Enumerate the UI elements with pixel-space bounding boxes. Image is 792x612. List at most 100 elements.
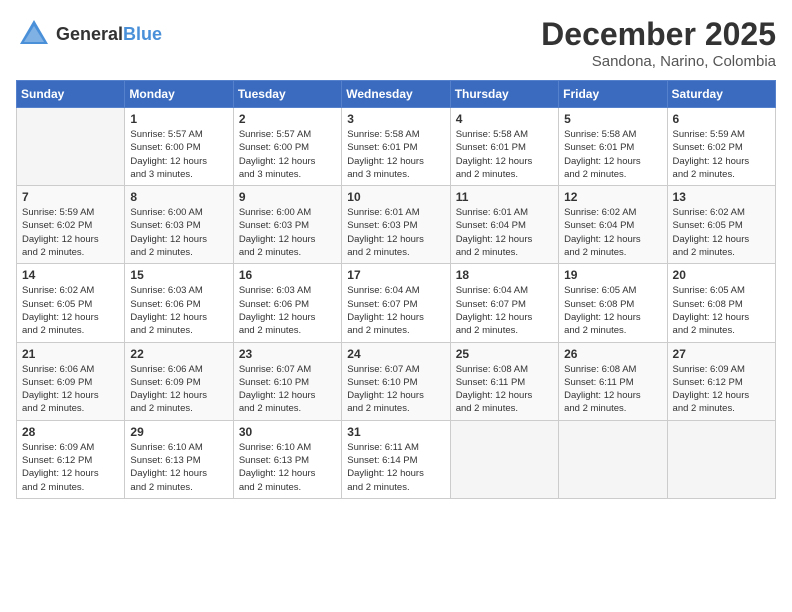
calendar-week-row: 7 Sunrise: 5:59 AMSunset: 6:02 PMDaylight…: [17, 186, 776, 264]
calendar-day-25: 25Sunrise: 6:08 AMSunset: 6:11 PMDayligh…: [450, 342, 558, 420]
day-number: 21: [22, 347, 119, 361]
calendar-day-23: 23 Sunrise: 6:07 AMSunset: 6:10 PMDayligh…: [233, 342, 341, 420]
calendar-day-22: 22 Sunrise: 6:06 AMSunset: 6:09 PMDayligh…: [125, 342, 233, 420]
calendar-day-20: 20 Sunrise: 6:05 AMSunset: 6:08 PMDayligh…: [667, 264, 775, 342]
calendar-day-1: 1Sunrise: 5:57 AMSunset: 6:00 PMDaylight…: [125, 108, 233, 186]
day-info: Sunrise: 6:09 AMSunset: 6:12 PMDaylight:…: [22, 441, 119, 494]
logo-text-general: General: [56, 24, 123, 44]
day-info: Sunrise: 6:00 AMSunset: 6:03 PMDaylight:…: [239, 206, 336, 259]
page-header: GeneralBlue December 2025 Sandona, Narin…: [16, 16, 776, 70]
calendar-day-7: 7 Sunrise: 5:59 AMSunset: 6:02 PMDaylight…: [17, 186, 125, 264]
calendar-week-row: 14 Sunrise: 6:02 AMSunset: 6:05 PMDayligh…: [17, 264, 776, 342]
calendar-day-11: 11 Sunrise: 6:01 AMSunset: 6:04 PMDayligh…: [450, 186, 558, 264]
day-number: 3: [347, 112, 444, 126]
day-number: 28: [22, 425, 119, 439]
calendar-empty-cell: [450, 420, 558, 498]
calendar-day-19: 19 Sunrise: 6:05 AMSunset: 6:08 PMDayligh…: [559, 264, 667, 342]
calendar-table: SundayMondayTuesdayWednesdayThursdayFrid…: [16, 80, 776, 499]
calendar-day-27: 27Sunrise: 6:09 AMSunset: 6:12 PMDayligh…: [667, 342, 775, 420]
calendar-day-6: 6Sunrise: 5:59 AMSunset: 6:02 PMDaylight…: [667, 108, 775, 186]
calendar-day-28: 28 Sunrise: 6:09 AMSunset: 6:12 PMDayligh…: [17, 420, 125, 498]
calendar-day-8: 8Sunrise: 6:00 AMSunset: 6:03 PMDaylight…: [125, 186, 233, 264]
calendar-day-18: 18 Sunrise: 6:04 AMSunset: 6:07 PMDayligh…: [450, 264, 558, 342]
day-number: 11: [456, 190, 553, 204]
day-number: 5: [564, 112, 661, 126]
day-info: Sunrise: 6:05 AMSunset: 6:08 PMDaylight:…: [564, 284, 661, 337]
day-info: Sunrise: 6:01 AMSunset: 6:03 PMDaylight:…: [347, 206, 444, 259]
calendar-day-24: 24Sunrise: 6:07 AMSunset: 6:10 PMDayligh…: [342, 342, 450, 420]
calendar-header-row: SundayMondayTuesdayWednesdayThursdayFrid…: [17, 81, 776, 108]
day-info: Sunrise: 6:06 AMSunset: 6:09 PMDaylight:…: [130, 363, 227, 416]
day-info: Sunrise: 6:02 AMSunset: 6:05 PMDaylight:…: [673, 206, 770, 259]
calendar-day-10: 10 Sunrise: 6:01 AMSunset: 6:03 PMDayligh…: [342, 186, 450, 264]
calendar-day-26: 26 Sunrise: 6:08 AMSunset: 6:11 PMDayligh…: [559, 342, 667, 420]
calendar-day-13: 13 Sunrise: 6:02 AMSunset: 6:05 PMDayligh…: [667, 186, 775, 264]
calendar-week-row: 21 Sunrise: 6:06 AMSunset: 6:09 PMDayligh…: [17, 342, 776, 420]
day-number: 29: [130, 425, 227, 439]
day-number: 30: [239, 425, 336, 439]
day-number: 18: [456, 268, 553, 282]
day-number: 7: [22, 190, 119, 204]
day-info: Sunrise: 6:06 AMSunset: 6:09 PMDaylight:…: [22, 363, 119, 416]
day-info: Sunrise: 6:03 AMSunset: 6:06 PMDaylight:…: [130, 284, 227, 337]
logo-text-blue: Blue: [123, 24, 162, 44]
day-info: Sunrise: 6:10 AMSunset: 6:13 PMDaylight:…: [130, 441, 227, 494]
day-number: 15: [130, 268, 227, 282]
day-number: 2: [239, 112, 336, 126]
day-info: Sunrise: 6:02 AMSunset: 6:05 PMDaylight:…: [22, 284, 119, 337]
calendar-empty-cell: [17, 108, 125, 186]
logo: GeneralBlue: [16, 16, 162, 52]
day-number: 26: [564, 347, 661, 361]
day-number: 27: [673, 347, 770, 361]
calendar-weekday-friday: Friday: [559, 81, 667, 108]
day-info: Sunrise: 6:01 AMSunset: 6:04 PMDaylight:…: [456, 206, 553, 259]
calendar-week-row: 1Sunrise: 5:57 AMSunset: 6:00 PMDaylight…: [17, 108, 776, 186]
day-info: Sunrise: 6:05 AMSunset: 6:08 PMDaylight:…: [673, 284, 770, 337]
day-info: Sunrise: 6:03 AMSunset: 6:06 PMDaylight:…: [239, 284, 336, 337]
calendar-day-9: 9 Sunrise: 6:00 AMSunset: 6:03 PMDaylight…: [233, 186, 341, 264]
calendar-week-row: 28 Sunrise: 6:09 AMSunset: 6:12 PMDayligh…: [17, 420, 776, 498]
day-number: 13: [673, 190, 770, 204]
month-title: December 2025: [541, 16, 776, 53]
calendar-weekday-monday: Monday: [125, 81, 233, 108]
day-info: Sunrise: 6:11 AMSunset: 6:14 PMDaylight:…: [347, 441, 444, 494]
day-info: Sunrise: 5:59 AMSunset: 6:02 PMDaylight:…: [22, 206, 119, 259]
day-number: 22: [130, 347, 227, 361]
calendar-empty-cell: [559, 420, 667, 498]
day-number: 4: [456, 112, 553, 126]
day-info: Sunrise: 6:08 AMSunset: 6:11 PMDaylight:…: [564, 363, 661, 416]
day-number: 9: [239, 190, 336, 204]
day-number: 10: [347, 190, 444, 204]
day-info: Sunrise: 6:07 AMSunset: 6:10 PMDaylight:…: [347, 363, 444, 416]
title-block: December 2025 Sandona, Narino, Colombia: [541, 16, 776, 70]
calendar-day-5: 5Sunrise: 5:58 AMSunset: 6:01 PMDaylight…: [559, 108, 667, 186]
day-info: Sunrise: 6:04 AMSunset: 6:07 PMDaylight:…: [347, 284, 444, 337]
calendar-day-30: 30 Sunrise: 6:10 AMSunset: 6:13 PMDayligh…: [233, 420, 341, 498]
day-number: 17: [347, 268, 444, 282]
day-number: 12: [564, 190, 661, 204]
day-info: Sunrise: 6:07 AMSunset: 6:10 PMDaylight:…: [239, 363, 336, 416]
calendar-day-17: 17 Sunrise: 6:04 AMSunset: 6:07 PMDayligh…: [342, 264, 450, 342]
calendar-day-29: 29 Sunrise: 6:10 AMSunset: 6:13 PMDayligh…: [125, 420, 233, 498]
day-info: Sunrise: 5:58 AMSunset: 6:01 PMDaylight:…: [347, 128, 444, 181]
calendar-day-2: 2 Sunrise: 5:57 AMSunset: 6:00 PMDaylight…: [233, 108, 341, 186]
calendar-day-21: 21 Sunrise: 6:06 AMSunset: 6:09 PMDayligh…: [17, 342, 125, 420]
day-info: Sunrise: 6:08 AMSunset: 6:11 PMDaylight:…: [456, 363, 553, 416]
calendar-weekday-wednesday: Wednesday: [342, 81, 450, 108]
day-info: Sunrise: 6:00 AMSunset: 6:03 PMDaylight:…: [130, 206, 227, 259]
calendar-day-12: 12Sunrise: 6:02 AMSunset: 6:04 PMDayligh…: [559, 186, 667, 264]
calendar-weekday-thursday: Thursday: [450, 81, 558, 108]
day-number: 16: [239, 268, 336, 282]
calendar-day-31: 31 Sunrise: 6:11 AMSunset: 6:14 PMDayligh…: [342, 420, 450, 498]
day-info: Sunrise: 6:04 AMSunset: 6:07 PMDaylight:…: [456, 284, 553, 337]
day-number: 20: [673, 268, 770, 282]
day-number: 19: [564, 268, 661, 282]
day-number: 14: [22, 268, 119, 282]
day-info: Sunrise: 6:10 AMSunset: 6:13 PMDaylight:…: [239, 441, 336, 494]
day-number: 31: [347, 425, 444, 439]
calendar-day-3: 3 Sunrise: 5:58 AMSunset: 6:01 PMDaylight…: [342, 108, 450, 186]
calendar-weekday-tuesday: Tuesday: [233, 81, 341, 108]
day-info: Sunrise: 5:57 AMSunset: 6:00 PMDaylight:…: [239, 128, 336, 181]
calendar-empty-cell: [667, 420, 775, 498]
day-number: 23: [239, 347, 336, 361]
